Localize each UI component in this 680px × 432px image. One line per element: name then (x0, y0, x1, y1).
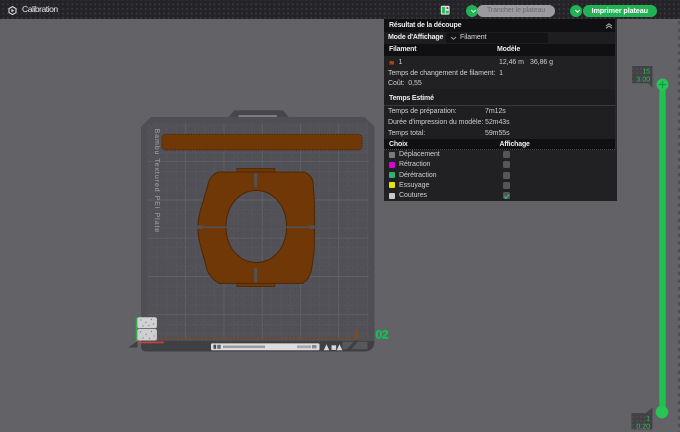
svg-text:Bambu Textured PEI Plate: Bambu Textured PEI Plate (153, 129, 161, 234)
svg-text:15: 15 (642, 69, 650, 76)
svg-text:3.00: 3.00 (636, 77, 650, 84)
svg-text:0.20: 0.20 (636, 424, 650, 431)
svg-text:1: 1 (646, 416, 650, 423)
svg-text:02: 02 (376, 328, 389, 342)
